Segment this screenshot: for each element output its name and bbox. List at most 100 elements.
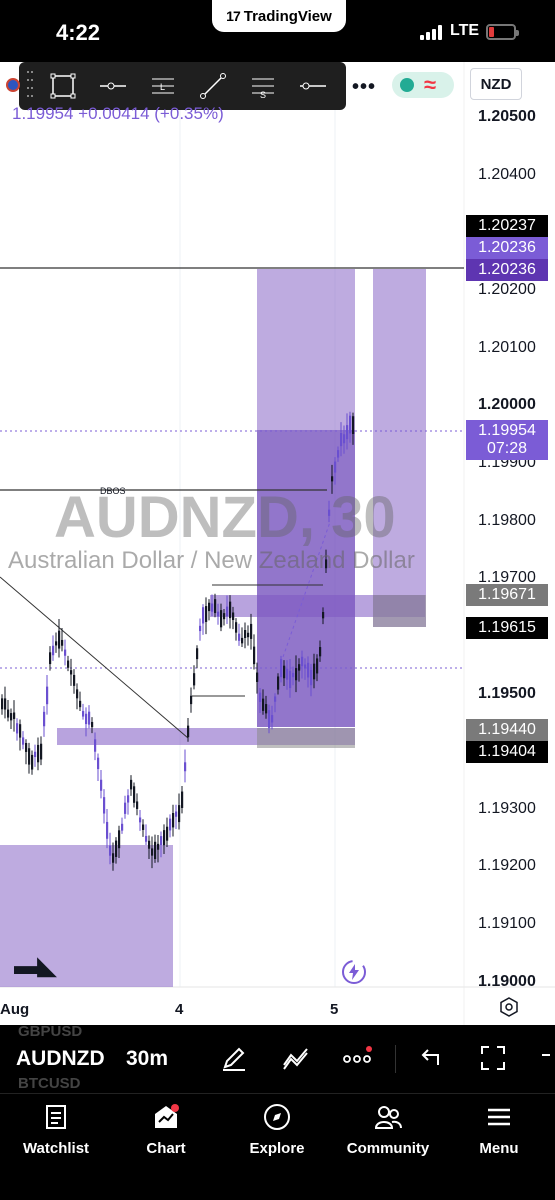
short-position-tool-icon[interactable]: S [243, 66, 283, 106]
nav-label: Explore [249, 1140, 305, 1157]
candle-body [211, 603, 214, 612]
candle-body [319, 647, 322, 657]
undo-icon[interactable] [416, 1043, 446, 1073]
drawing-pen-icon[interactable] [219, 1043, 249, 1073]
settings-icon[interactable] [499, 997, 519, 1017]
nav-item-community[interactable]: Community [333, 1098, 443, 1160]
price-label: 1.19000 [478, 973, 536, 990]
app-pill-label: TradingView [243, 7, 332, 25]
candle-body [10, 713, 13, 721]
drawing-toolbar: L S [19, 62, 346, 110]
candle-body [316, 658, 319, 674]
price-label: 1.19500 [478, 685, 536, 702]
candle-body [43, 711, 46, 727]
candle-body [91, 721, 94, 728]
candle-body [181, 791, 184, 808]
candle-body [103, 797, 106, 814]
grey-zone-right [373, 595, 426, 627]
candle-body [76, 689, 79, 699]
candle-body [208, 602, 211, 612]
more-options-icon[interactable]: ••• [352, 76, 376, 99]
market-status-toggle[interactable]: ≈ [392, 72, 454, 98]
candle-body [226, 606, 229, 617]
candle-body [115, 840, 118, 857]
horizontal-line-tool-icon[interactable] [293, 66, 333, 106]
level-price-tag: 1.19615 [466, 617, 548, 639]
candle-body [25, 743, 28, 752]
candle-body [118, 830, 121, 849]
candle-body [178, 805, 181, 823]
flash-icon[interactable] [340, 958, 368, 986]
candle-body [199, 625, 202, 632]
candle-body [64, 649, 67, 656]
candle-body [28, 748, 31, 765]
candle-body [163, 830, 166, 846]
candle-body [253, 646, 256, 665]
currency-select[interactable]: NZD [470, 68, 522, 100]
price-label: 1.19100 [478, 915, 536, 932]
candle-body [34, 751, 37, 758]
candle-body [304, 664, 307, 669]
interval-button[interactable]: 30m [126, 1047, 168, 1071]
previous-symbol-ghost[interactable]: GBPUSD [18, 1023, 82, 1040]
candle-body [217, 611, 220, 617]
last-price-value: 1.19954 [478, 422, 536, 439]
nav-item-explore[interactable]: Explore [222, 1098, 332, 1160]
nav-item-menu[interactable]: Menu [444, 1098, 554, 1160]
candle-body [82, 711, 85, 717]
redo-icon[interactable] [540, 1043, 555, 1073]
trend-line-tool-icon[interactable] [193, 66, 233, 106]
next-symbol-ghost[interactable]: BTCUSD [18, 1075, 81, 1092]
candle-body [286, 668, 289, 680]
candle-body [241, 637, 244, 644]
candle-body [22, 737, 25, 745]
nav-item-watchlist[interactable]: Watchlist [1, 1098, 111, 1160]
price-label: 1.19300 [478, 800, 536, 817]
candle-body [61, 639, 64, 646]
app-pill[interactable]: 17 TradingView [212, 0, 346, 32]
candle-body [97, 757, 100, 770]
level-price-tag: 1.19404 [466, 741, 548, 763]
candle-body [55, 641, 58, 646]
rectangle-tool-icon[interactable] [43, 66, 83, 106]
candle-body [346, 425, 349, 440]
candle-body [196, 648, 199, 660]
candle-body [46, 686, 49, 705]
indicators-icon[interactable] [281, 1043, 311, 1073]
nav-label: Community [346, 1140, 430, 1157]
candle-body [244, 630, 247, 638]
candle-body [142, 824, 145, 830]
candle-body [190, 695, 193, 705]
candle-body [334, 461, 337, 473]
candle-body [235, 622, 238, 633]
candle-body [127, 795, 130, 803]
time-label: Aug [0, 1001, 30, 1018]
candle-body [169, 818, 172, 831]
watermark-title: AUDNZD, 30 [54, 485, 396, 550]
candle-body [130, 779, 133, 790]
symbol-button[interactable]: AUDNZD [16, 1047, 105, 1071]
time-label: 5 [330, 1001, 339, 1018]
more-tools-icon[interactable] [342, 1043, 372, 1073]
candle-body [7, 709, 10, 718]
candle-body [193, 673, 196, 686]
nav-item-chart[interactable]: Chart [111, 1098, 221, 1160]
drag-handle[interactable] [27, 71, 33, 101]
candle-body [220, 610, 223, 628]
svg-text:L: L [160, 82, 165, 92]
long-position-tool-icon[interactable]: L [143, 66, 183, 106]
candle-body [175, 811, 178, 817]
candle-body [271, 715, 274, 723]
horizontal-ray-tool-icon[interactable] [93, 66, 133, 106]
wave-icon: ≈ [424, 72, 437, 97]
candle-body [313, 663, 316, 680]
price-label: 1.19800 [478, 512, 536, 529]
candle-body [298, 664, 301, 671]
fullscreen-icon[interactable] [478, 1043, 508, 1073]
candle-body [52, 645, 55, 656]
candle-body [265, 704, 268, 714]
candle-body [280, 659, 283, 678]
candle-body [331, 476, 334, 482]
battery-icon [486, 24, 519, 40]
candle-body [289, 670, 292, 689]
